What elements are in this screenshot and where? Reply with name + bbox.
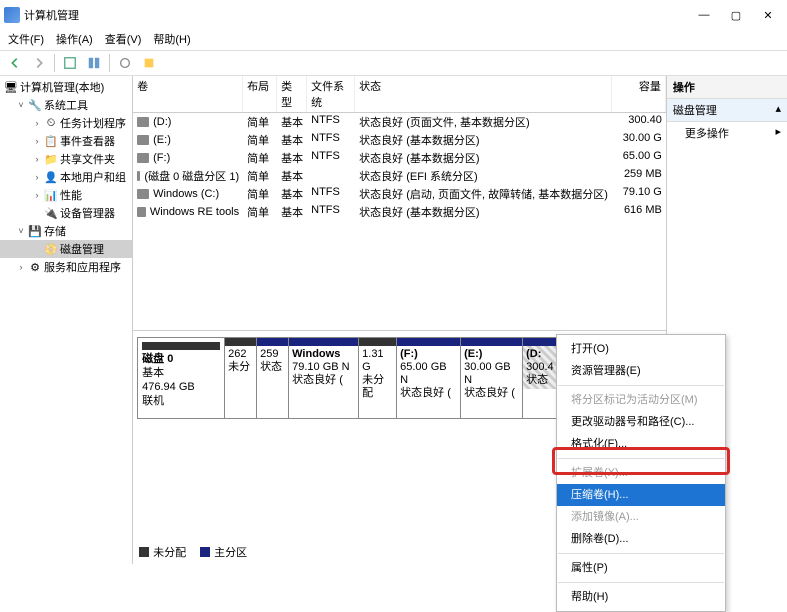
disk-icon: 📀 (44, 242, 58, 256)
volume-icon (137, 117, 149, 127)
app-icon (4, 7, 20, 23)
storage-icon: 💾 (28, 224, 42, 238)
perf-icon: 📊 (44, 188, 58, 202)
folder-icon: 📁 (44, 152, 58, 166)
wrench-icon: 🔧 (28, 98, 42, 112)
disk-info[interactable]: 磁盘 0 基本 476.94 GB 联机 (137, 337, 225, 419)
col-status[interactable]: 状态 (355, 76, 612, 112)
services-icon: ⚙ (28, 260, 42, 274)
view-button[interactable] (83, 52, 105, 74)
disk-type: 基本 (142, 366, 220, 380)
partition[interactable]: Windows79.10 GB N状态良好 ( (289, 337, 359, 419)
actions-header: 操作 (667, 76, 787, 99)
tree-storage[interactable]: ˅💾存储 (0, 222, 132, 240)
legend: 未分配 主分区 (139, 544, 247, 560)
actions-section[interactable]: 磁盘管理▴ (667, 99, 787, 122)
context-menu-item: 扩展卷(X)... (557, 462, 725, 484)
context-menu-item[interactable]: 帮助(H) (557, 586, 725, 608)
volume-row[interactable]: (D:)简单基本NTFS状态良好 (页面文件, 基本数据分区)300.40 (133, 113, 666, 131)
volume-icon (137, 171, 140, 181)
volume-icon (137, 207, 146, 217)
context-menu-item[interactable]: 删除卷(D)... (557, 528, 725, 550)
context-menu-item[interactable]: 打开(O) (557, 338, 725, 360)
chevron-right-icon: ▸ (775, 125, 781, 141)
volume-header: 卷 布局 类型 文件系统 状态 容量 (133, 76, 666, 113)
volume-row[interactable]: (E:)简单基本NTFS状态良好 (基本数据分区)30.00 G (133, 131, 666, 149)
partition[interactable]: (E:)30.00 GB N状态良好 ( (461, 337, 523, 419)
navigation-tree[interactable]: 🖥计算机管理(本地) ˅🔧系统工具 ›⏲任务计划程序 ›📋事件查看器 ›📁共享文… (0, 76, 133, 564)
more-actions[interactable]: 更多操作▸ (667, 122, 787, 144)
tree-event-viewer[interactable]: ›📋事件查看器 (0, 132, 132, 150)
partition[interactable]: 1.31 G未分配 (359, 337, 397, 419)
window-title: 计算机管理 (24, 7, 697, 23)
tree-shared-folders[interactable]: ›📁共享文件夹 (0, 150, 132, 168)
refresh-button[interactable] (59, 52, 81, 74)
log-icon: 📋 (44, 134, 58, 148)
context-menu-item[interactable]: 属性(P) (557, 557, 725, 579)
collapse-icon: ▴ (775, 102, 781, 118)
disk-status: 联机 (142, 394, 220, 408)
context-menu-item: 添加镜像(A)... (557, 506, 725, 528)
tree-root[interactable]: 🖥计算机管理(本地) (0, 78, 132, 96)
volume-row[interactable]: Windows (C:)简单基本NTFS状态良好 (启动, 页面文件, 故障转储… (133, 185, 666, 203)
volume-row[interactable]: Windows RE tools简单基本NTFS状态良好 (基本数据分区)616… (133, 203, 666, 221)
col-capacity[interactable]: 容量 (612, 76, 666, 112)
tree-disk-management[interactable]: 📀磁盘管理 (0, 240, 132, 258)
tree-local-users[interactable]: ›👤本地用户和组 (0, 168, 132, 186)
computer-icon: 🖥 (4, 80, 18, 94)
minimize-button[interactable]: — (697, 9, 711, 22)
help-button[interactable] (138, 52, 160, 74)
maximize-button[interactable]: ▢ (729, 9, 743, 22)
disk-label: 磁盘 0 (142, 352, 220, 366)
col-type[interactable]: 类型 (277, 76, 307, 112)
back-button[interactable] (4, 52, 26, 74)
partition[interactable]: 259状态 (257, 337, 289, 419)
forward-button[interactable] (28, 52, 50, 74)
volume-icon (137, 153, 149, 163)
title-bar: 计算机管理 — ▢ ✕ (0, 0, 787, 30)
toolbar (0, 50, 787, 76)
context-menu-item[interactable]: 更改驱动器号和路径(C)... (557, 411, 725, 433)
volume-row[interactable]: (F:)简单基本NTFS状态良好 (基本数据分区)65.00 G (133, 149, 666, 167)
col-layout[interactable]: 布局 (243, 76, 277, 112)
clock-icon: ⏲ (44, 116, 58, 130)
properties-button[interactable] (114, 52, 136, 74)
close-button[interactable]: ✕ (761, 9, 775, 22)
col-volume[interactable]: 卷 (133, 76, 243, 112)
context-menu-item[interactable]: 资源管理器(E) (557, 360, 725, 382)
volume-icon (137, 189, 149, 199)
menu-action[interactable]: 操作(A) (52, 30, 97, 50)
menu-bar: 文件(F) 操作(A) 查看(V) 帮助(H) (0, 30, 787, 50)
volume-row[interactable]: (磁盘 0 磁盘分区 1)简单基本状态良好 (EFI 系统分区)259 MB (133, 167, 666, 185)
col-filesystem[interactable]: 文件系统 (307, 76, 355, 112)
tree-system-tools[interactable]: ˅🔧系统工具 (0, 96, 132, 114)
partition[interactable]: 262未分 (225, 337, 257, 419)
disk-size: 476.94 GB (142, 380, 220, 394)
volume-icon (137, 135, 149, 145)
volume-list[interactable]: 卷 布局 类型 文件系统 状态 容量 (D:)简单基本NTFS状态良好 (页面文… (133, 76, 666, 330)
device-icon: 🔌 (44, 206, 58, 220)
menu-view[interactable]: 查看(V) (101, 30, 146, 50)
menu-file[interactable]: 文件(F) (4, 30, 48, 50)
context-menu-item[interactable]: 压缩卷(H)... (557, 484, 725, 506)
tree-performance[interactable]: ›📊性能 (0, 186, 132, 204)
context-menu-item: 将分区标记为活动分区(M) (557, 389, 725, 411)
user-icon: 👤 (44, 170, 58, 184)
context-menu[interactable]: 打开(O)资源管理器(E) 将分区标记为活动分区(M)更改驱动器号和路径(C)..… (556, 334, 726, 612)
partition[interactable]: (F:)65.00 GB N状态良好 ( (397, 337, 461, 419)
context-menu-item[interactable]: 格式化(F)... (557, 433, 725, 455)
tree-services[interactable]: ›⚙服务和应用程序 (0, 258, 132, 276)
menu-help[interactable]: 帮助(H) (149, 30, 194, 50)
tree-device-manager[interactable]: 🔌设备管理器 (0, 204, 132, 222)
tree-task-scheduler[interactable]: ›⏲任务计划程序 (0, 114, 132, 132)
